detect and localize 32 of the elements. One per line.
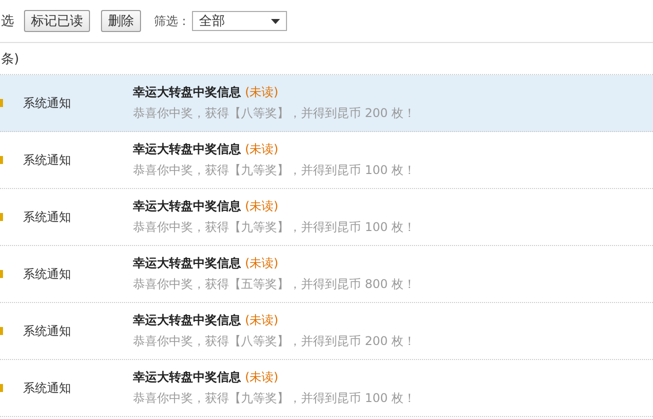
select-all-label[interactable]: 选 xyxy=(1,12,14,30)
message-text: 恭喜你中奖，获得【五等奖】，并得到昆币 800 枚！ xyxy=(133,276,416,293)
message-row[interactable]: 系统通知 幸运大转盘中奖信息 (未读) 恭喜你中奖，获得【八等奖】，并得到昆币 200 枚！ xyxy=(0,75,653,132)
unread-status: (未读) xyxy=(245,142,278,156)
message-category: 系统通知 xyxy=(23,380,72,396)
filter-dropdown[interactable]: 全部 xyxy=(192,11,287,31)
message-text: 恭喜你中奖，获得【九等奖】，并得到昆币 100 枚！ xyxy=(133,162,416,179)
action-button[interactable]: 删除 xyxy=(101,10,141,32)
message-category: 系统通知 xyxy=(23,322,72,340)
message-title[interactable]: 幸运大转盘中奖信息 xyxy=(133,85,241,99)
message-text: 恭喜你中奖，获得【八等奖】，并得到昆币 200 枚！ xyxy=(133,333,416,350)
message-title[interactable]: 幸运大转盘中奖信息 xyxy=(133,370,241,384)
message-category: 系统通知 xyxy=(23,152,72,168)
message-text: 恭喜你中奖，获得【九等奖】，并得到昆币 100 枚！ xyxy=(133,390,416,407)
message-title[interactable]: 幸运大转盘中奖信息 xyxy=(133,256,241,270)
unread-status: (未读) xyxy=(245,199,278,213)
unread-status: (未读) xyxy=(245,85,278,99)
message-title[interactable]: 幸运大转盘中奖信息 xyxy=(133,313,241,327)
message-category: 系统通知 xyxy=(23,208,72,226)
message-category: 系统通知 xyxy=(23,266,72,282)
filter-label: 筛选： xyxy=(154,12,190,30)
message-count: 条) xyxy=(1,50,20,68)
action-button[interactable]: 标记已读 xyxy=(24,10,90,32)
unread-status: (未读) xyxy=(245,313,278,327)
message-title[interactable]: 幸运大转盘中奖信息 xyxy=(133,199,241,213)
unread-status: (未读) xyxy=(245,256,278,270)
message-category: 系统通知 xyxy=(23,94,72,112)
message-text: 恭喜你中奖，获得【八等奖】，并得到昆币 200 枚！ xyxy=(133,105,416,122)
message-title[interactable]: 幸运大转盘中奖信息 xyxy=(133,142,241,156)
unread-status: (未读) xyxy=(245,370,278,384)
message-text: 恭喜你中奖，获得【九等奖】，并得到昆币 100 枚！ xyxy=(133,219,416,236)
caret-icon xyxy=(271,18,280,24)
